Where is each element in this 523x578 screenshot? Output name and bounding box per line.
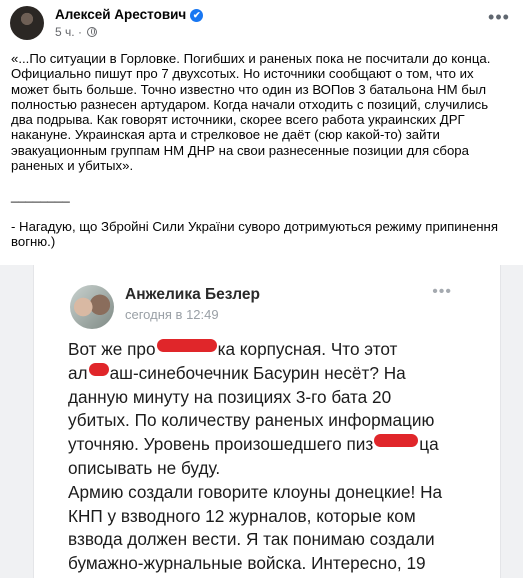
vk-post-text: Вот же про ка корпусная. Что этот ал аш-си… xyxy=(68,338,468,576)
vk-line: ал аш-синебочечник Басурин несёт? На xyxy=(68,362,406,383)
vk-post-card: Анжелика Безлер сегодня в 12:49 ••• Вот … xyxy=(34,265,500,578)
post-line: Официально пишут про 7 двухсотых. Но ист… xyxy=(11,66,474,82)
author-name-line: Алексей Арестович ✔ xyxy=(55,7,204,22)
post-line: накануне. Украинская арта и стрелковое н… xyxy=(11,127,440,143)
post-line: эвакуационным группам НМ ДНР на свои раз… xyxy=(11,142,469,158)
author-name[interactable]: Алексей Арестович xyxy=(55,7,186,22)
vk-line: взвода должен вести. Я так понимаю созда… xyxy=(68,529,435,550)
redaction-mark xyxy=(156,339,217,352)
author-avatar[interactable] xyxy=(10,6,44,40)
post-line: вогню.) xyxy=(11,233,56,249)
vk-line: бумажно-журнальные войска. Интересно, 19 xyxy=(68,553,426,574)
post-line: раненых и убитых». xyxy=(11,158,134,174)
vk-line: уточняю. Уровень произошедшего пиз ца xyxy=(68,434,439,455)
vk-line: описывать не буду. xyxy=(68,457,221,478)
post-header: Алексей Арестович ✔ 5 ч. · ••• xyxy=(0,0,523,44)
post-line: может быть больше. Точно известно что од… xyxy=(11,81,487,97)
post-meta: 5 ч. · xyxy=(55,25,98,39)
vk-line: данную минуту на позициях 3-го бата 20 xyxy=(68,386,392,407)
vk-line: КНП у взводного 12 журналов, которые ком xyxy=(68,505,416,526)
post-line: «...По ситуации в Горловке. Погибших и р… xyxy=(11,51,491,66)
meta-separator: · xyxy=(77,25,82,39)
redaction-mark xyxy=(88,362,109,376)
post-text: «...По ситуации в Горловке. Погибших и р… xyxy=(11,51,511,249)
post-line: два подрыва. Как говорят источники, скор… xyxy=(11,112,465,128)
vk-more-icon: ••• xyxy=(432,283,452,300)
embedded-screenshot[interactable]: Анжелика Безлер сегодня в 12:49 ••• Вот … xyxy=(0,265,523,578)
post-line: - Нагадую, що Збройні Сили України сувор… xyxy=(11,218,498,234)
post-paragraph-1: «...По ситуации в Горловке. Погибших и р… xyxy=(11,51,511,173)
verified-badge-icon: ✔ xyxy=(190,9,204,22)
vk-post-time: сегодня в 12:49 xyxy=(125,307,219,322)
post-options-button[interactable]: ••• xyxy=(487,8,511,28)
post-line: полностью разнесен артударом. Когда нача… xyxy=(11,96,489,112)
vk-author-avatar xyxy=(70,285,114,329)
vk-line: Вот же про ка корпусная. Что этот xyxy=(68,339,398,359)
vk-line: убитых. По количеству раненых информацию xyxy=(68,410,435,431)
vk-author-name: Анжелика Безлер xyxy=(125,286,261,303)
post-time[interactable]: 5 ч. xyxy=(55,25,75,39)
redaction-mark xyxy=(374,434,419,448)
globe-icon[interactable] xyxy=(87,27,98,37)
post-divider: ________ xyxy=(11,188,70,204)
post-paragraph-2: - Нагадую, що Збройні Сили України сувор… xyxy=(11,219,511,250)
vk-line: Армию создали говорите клоуны донецкие! … xyxy=(68,481,443,502)
